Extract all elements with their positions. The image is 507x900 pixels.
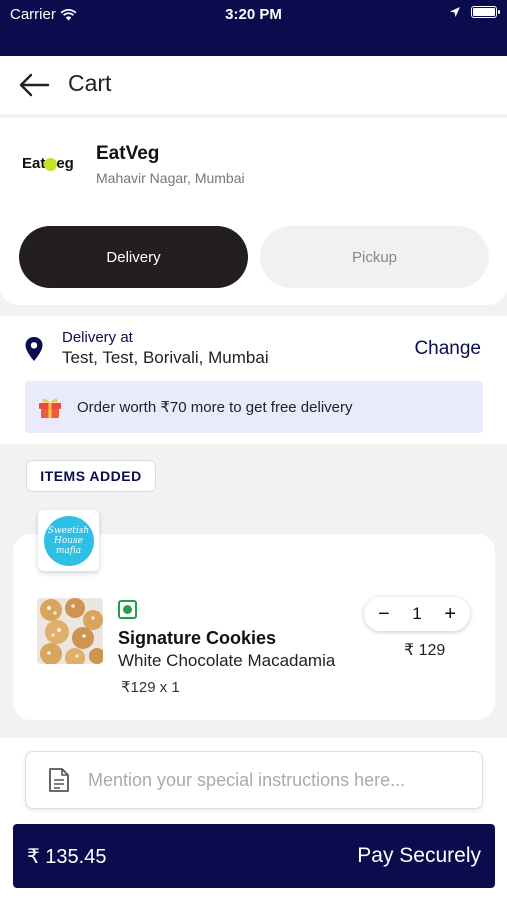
pickup-mode-button[interactable]: Pickup: [260, 226, 489, 288]
quantity-stepper: − 1 +: [364, 597, 470, 631]
change-address-link[interactable]: Change: [414, 338, 481, 360]
page-title: Cart: [68, 70, 112, 96]
delivery-address: Test, Test, Borivali, Mumbai: [62, 348, 269, 367]
items-added-label: ITEMS ADDED: [26, 460, 156, 492]
delivery-mode-button[interactable]: Delivery: [19, 226, 248, 288]
increase-quantity-button[interactable]: +: [444, 604, 456, 624]
restaurant-name: EatVeg: [96, 143, 160, 164]
restaurant-location: Mahavir Nagar, Mumbai: [96, 170, 245, 186]
item-name: Signature Cookies: [118, 628, 277, 648]
cookie-image: [37, 598, 103, 664]
location-pin-icon: [25, 337, 43, 361]
status-right: [449, 6, 500, 18]
gift-icon: [39, 398, 61, 418]
delivery-at-label: Delivery at: [62, 329, 133, 346]
pay-securely-button[interactable]: ₹ 135.45 Pay Securely: [13, 824, 495, 888]
free-delivery-banner: Order worth ₹70 more to get free deliver…: [25, 381, 483, 433]
status-bar: Carrier 3:20 PM: [0, 0, 507, 56]
item-unit-price: ₹129 x 1: [121, 679, 180, 696]
document-icon: [49, 768, 69, 792]
cookies-illustration: [37, 598, 103, 664]
status-time: 3:20 PM: [225, 6, 282, 23]
battery-icon: [471, 6, 500, 18]
logo-text-left: Eat: [22, 154, 46, 172]
item-variant: White Chocolate Macadamia: [118, 651, 336, 670]
brand-logo-text: Sweetish House mafia: [43, 515, 94, 566]
logo-text-right: eg: [56, 154, 74, 172]
item-total-price: ₹ 129: [404, 642, 446, 659]
logo-v-icon: [44, 157, 58, 171]
location-arrow-icon: [450, 7, 460, 17]
quantity-value: 1: [412, 604, 422, 623]
top-bar: Cart: [0, 56, 507, 114]
address-card: Delivery at Test, Test, Borivali, Mumbai…: [0, 316, 507, 444]
brand-logo: Sweetish House mafia: [38, 510, 99, 571]
special-instructions-input[interactable]: [88, 769, 468, 791]
order-total: ₹ 135.45: [27, 845, 107, 868]
restaurant-card: Eat eg EatVeg Mahavir Nagar, Mumbai Deli…: [0, 118, 507, 305]
restaurant-logo: Eat eg: [22, 148, 78, 178]
free-delivery-text: Order worth ₹70 more to get free deliver…: [77, 399, 353, 416]
decrease-quantity-button[interactable]: −: [378, 604, 390, 624]
veg-indicator-icon: [118, 600, 137, 619]
back-arrow-icon[interactable]: [18, 70, 50, 100]
instructions-box: [25, 751, 483, 809]
pay-securely-label: Pay Securely: [357, 844, 481, 867]
